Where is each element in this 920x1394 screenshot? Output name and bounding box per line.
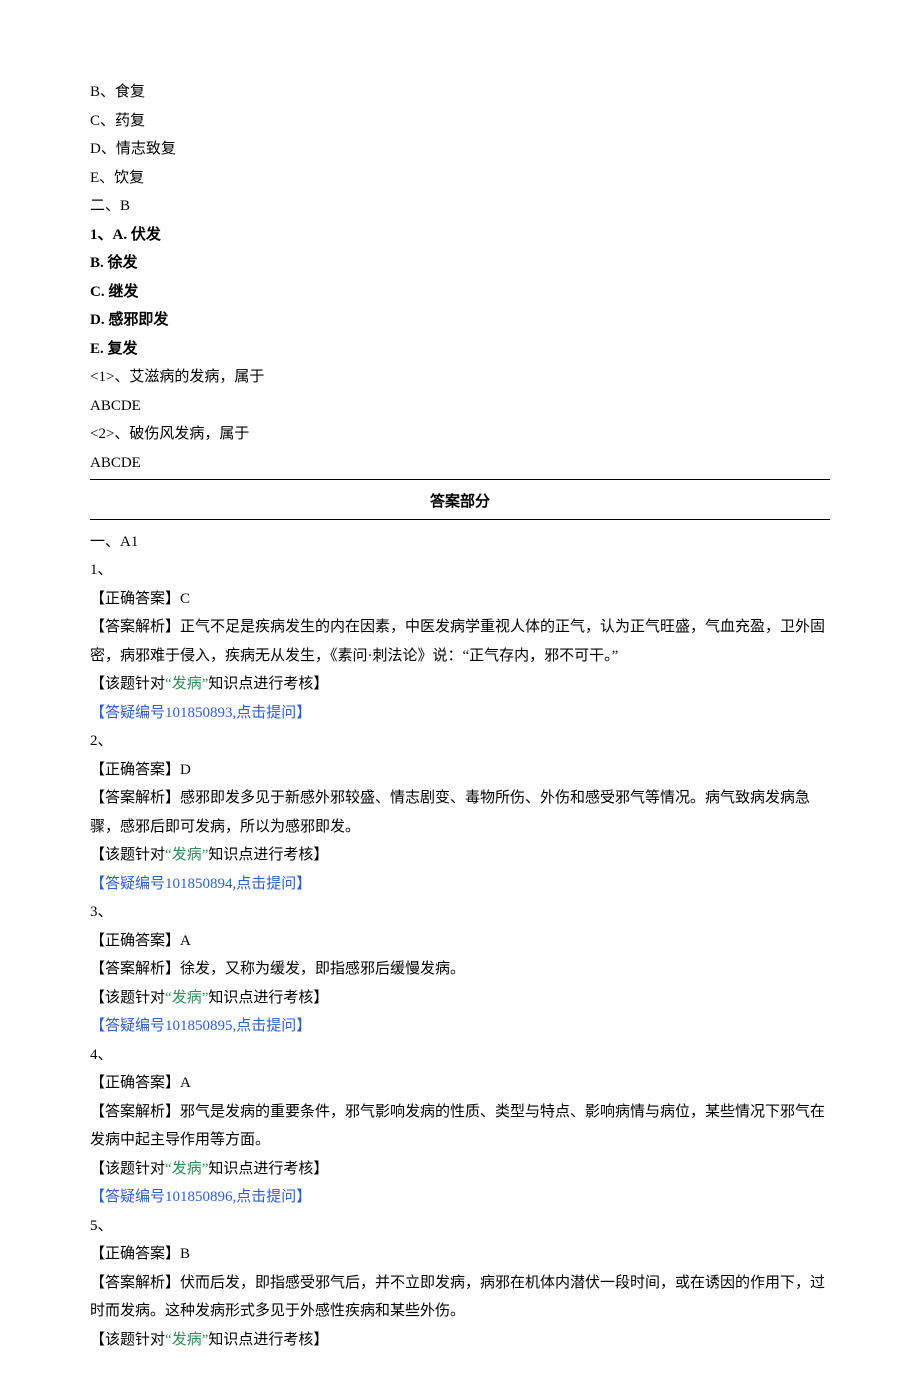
topic-prefix: 【该题针对 — [90, 990, 165, 1006]
analysis-label: 【答案解析】 — [90, 790, 180, 806]
topic-prefix: 【该题针对 — [90, 847, 165, 863]
correct-label: 【正确答案】 — [90, 933, 180, 949]
topic-word: 发病 — [172, 1161, 202, 1177]
a3-correct: 【正确答案】A — [90, 927, 830, 956]
a2-topic: 【该题针对“发病”知识点进行考核】 — [90, 841, 830, 870]
topic-prefix: 【该题针对 — [90, 1332, 165, 1348]
page-content: B、食复 C、药复 D、情志致复 E、饮复 二、B 1、A. 伏发 B. 徐发 … — [0, 0, 920, 1394]
topic-open: “ — [165, 1332, 172, 1348]
a4-topic: 【该题针对“发病”知识点进行考核】 — [90, 1155, 830, 1184]
correct-label: 【正确答案】 — [90, 762, 180, 778]
topic-suffix: 知识点进行考核】 — [208, 990, 328, 1006]
correct-label: 【正确答案】 — [90, 1246, 180, 1262]
correct-label: 【正确答案】 — [90, 1075, 180, 1091]
topic-word: 发病 — [172, 990, 202, 1006]
a5-num: 5、 — [90, 1212, 830, 1241]
a4-faq-id: 101850896 — [165, 1189, 233, 1205]
faq-action: ,点击提问】 — [233, 1018, 312, 1034]
topic-word: 发病 — [172, 676, 202, 692]
a2-num: 2、 — [90, 727, 830, 756]
a2-analysis-text: 感邪即发多见于新感外邪较盛、情志剧变、毒物所伤、外伤和感受邪气等情况。病气致病发… — [90, 790, 810, 835]
faq-open: 【答疑编号 — [90, 876, 165, 892]
a5-topic: 【该题针对“发病”知识点进行考核】 — [90, 1326, 830, 1355]
topic-word: 发病 — [172, 1332, 202, 1348]
q1-option-b: B. 徐发 — [90, 249, 830, 278]
topic-suffix: 知识点进行考核】 — [208, 1332, 328, 1348]
faq-action: ,点击提问】 — [233, 705, 312, 721]
answer-section-title: 答案部分 — [90, 488, 830, 517]
section-a-header: 一、A1 — [90, 528, 830, 557]
faq-open: 【答疑编号 — [90, 1018, 165, 1034]
a4-correct-value: A — [180, 1075, 191, 1091]
a1-analysis: 【答案解析】正气不足是疾病发生的内在因素，中医发病学重视人体的正气，认为正气旺盛… — [90, 613, 830, 670]
topic-close: ” — [202, 1332, 209, 1348]
topic-word: 发病 — [172, 847, 202, 863]
option-c: C、药复 — [90, 107, 830, 136]
a5-analysis-text: 伏而后发，即指感受邪气后，并不立即发病，病邪在机体内潜伏一段时间，或在诱因的作用… — [90, 1275, 825, 1320]
a5-analysis: 【答案解析】伏而后发，即指感受邪气后，并不立即发病，病邪在机体内潜伏一段时间，或… — [90, 1269, 830, 1326]
a4-correct: 【正确答案】A — [90, 1069, 830, 1098]
topic-prefix: 【该题针对 — [90, 676, 165, 692]
topic-open: “ — [165, 990, 172, 1006]
faq-action: ,点击提问】 — [233, 876, 312, 892]
analysis-label: 【答案解析】 — [90, 961, 180, 977]
a1-correct-value: C — [180, 591, 190, 607]
a2-correct: 【正确答案】D — [90, 756, 830, 785]
q1-option-c: C. 继发 — [90, 278, 830, 307]
a3-faq-id: 101850895 — [165, 1018, 233, 1034]
faq-open: 【答疑编号 — [90, 705, 165, 721]
a5-correct: 【正确答案】B — [90, 1240, 830, 1269]
answers-container: 一、A1 1、 【正确答案】C 【答案解析】正气不足是疾病发生的内在因素，中医发… — [90, 528, 830, 1355]
analysis-label: 【答案解析】 — [90, 1104, 180, 1120]
q1-stem-a: 1、A. 伏发 — [90, 221, 830, 250]
a4-analysis-text: 邪气是发病的重要条件，邪气影响发病的性质、类型与特点、影响病情与病位，某些情况下… — [90, 1104, 825, 1149]
q1-sub1-choices: ABCDE — [90, 392, 830, 421]
a3-correct-value: A — [180, 933, 191, 949]
a4-faq-link[interactable]: 【答疑编号101850896,点击提问】 — [90, 1183, 830, 1212]
a1-topic: 【该题针对“发病”知识点进行考核】 — [90, 670, 830, 699]
section-b-header: 二、B — [90, 192, 830, 221]
a1-num: 1、 — [90, 556, 830, 585]
option-e: E、饮复 — [90, 164, 830, 193]
q1-option-e: E. 复发 — [90, 335, 830, 364]
correct-label: 【正确答案】 — [90, 591, 180, 607]
divider-top — [90, 479, 830, 480]
q1-sub1: <1>、艾滋病的发病，属于 — [90, 363, 830, 392]
faq-action: ,点击提问】 — [233, 1189, 312, 1205]
a2-faq-link[interactable]: 【答疑编号101850894,点击提问】 — [90, 870, 830, 899]
analysis-label: 【答案解析】 — [90, 619, 180, 635]
option-b: B、食复 — [90, 78, 830, 107]
faq-open: 【答疑编号 — [90, 1189, 165, 1205]
a5-correct-value: B — [180, 1246, 190, 1262]
a3-analysis: 【答案解析】徐发，又称为缓发，即指感邪后缓慢发病。 — [90, 955, 830, 984]
q1-option-d: D. 感邪即发 — [90, 306, 830, 335]
a3-faq-link[interactable]: 【答疑编号101850895,点击提问】 — [90, 1012, 830, 1041]
a1-analysis-text: 正气不足是疾病发生的内在因素，中医发病学重视人体的正气，认为正气旺盛，气血充盈，… — [90, 619, 825, 664]
topic-suffix: 知识点进行考核】 — [208, 847, 328, 863]
topic-suffix: 知识点进行考核】 — [208, 1161, 328, 1177]
option-d: D、情志致复 — [90, 135, 830, 164]
q1-sub2-choices: ABCDE — [90, 449, 830, 478]
topic-open: “ — [165, 676, 172, 692]
q1-sub2: <2>、破伤风发病，属于 — [90, 420, 830, 449]
a2-correct-value: D — [180, 762, 191, 778]
a1-faq-link[interactable]: 【答疑编号101850893,点击提问】 — [90, 699, 830, 728]
a3-topic: 【该题针对“发病”知识点进行考核】 — [90, 984, 830, 1013]
a3-analysis-text: 徐发，又称为缓发，即指感邪后缓慢发病。 — [180, 961, 465, 977]
analysis-label: 【答案解析】 — [90, 1275, 180, 1291]
a2-faq-id: 101850894 — [165, 876, 233, 892]
divider-bottom — [90, 519, 830, 520]
a4-analysis: 【答案解析】邪气是发病的重要条件，邪气影响发病的性质、类型与特点、影响病情与病位… — [90, 1098, 830, 1155]
topic-open: “ — [165, 847, 172, 863]
a2-analysis: 【答案解析】感邪即发多见于新感外邪较盛、情志剧变、毒物所伤、外伤和感受邪气等情况… — [90, 784, 830, 841]
a1-faq-id: 101850893 — [165, 705, 233, 721]
topic-prefix: 【该题针对 — [90, 1161, 165, 1177]
a3-num: 3、 — [90, 898, 830, 927]
a1-correct: 【正确答案】C — [90, 585, 830, 614]
topic-open: “ — [165, 1161, 172, 1177]
topic-suffix: 知识点进行考核】 — [208, 676, 328, 692]
a4-num: 4、 — [90, 1041, 830, 1070]
